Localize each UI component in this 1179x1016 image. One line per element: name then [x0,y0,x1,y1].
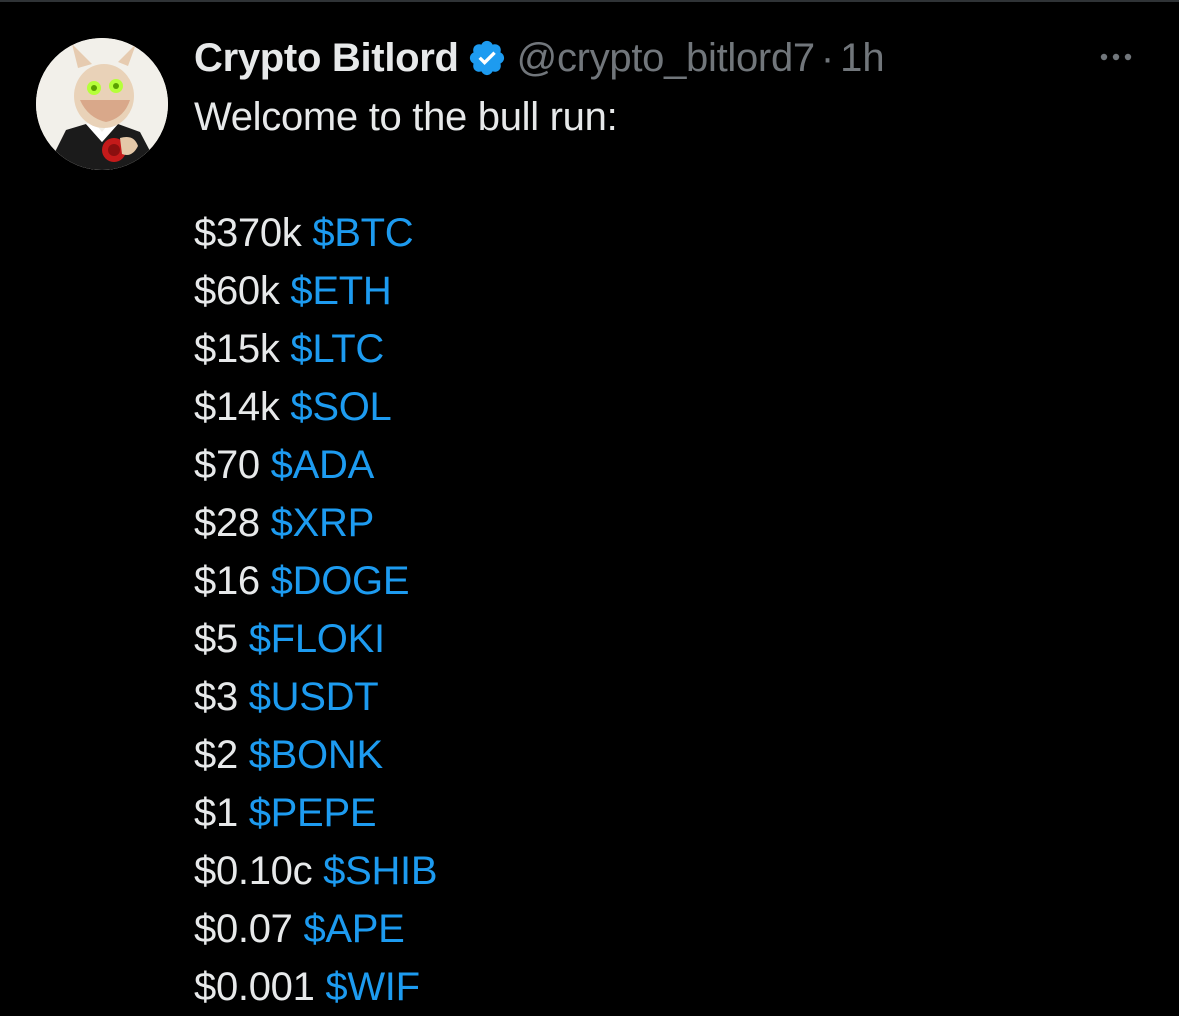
cashtag-link[interactable]: $SOL [290,385,391,429]
price-value: $14k [194,385,280,429]
cashtag-link[interactable]: $APE [303,907,404,951]
price-value: $70 [194,443,260,487]
price-line: $0.001 $WIF [194,958,1154,1016]
cashtag-link[interactable]: $BONK [249,733,383,777]
cashtag-link[interactable]: $DOGE [271,559,410,603]
price-value: $0.10c [194,849,313,893]
price-line: $3 $USDT [194,668,1154,726]
price-line: $14k $SOL [194,378,1154,436]
price-value: $0.001 [194,965,315,1009]
price-value: $15k [194,327,280,371]
more-options-icon[interactable] [1092,42,1140,72]
price-value: $28 [194,501,260,545]
price-line: $370k $BTC [194,204,1154,262]
price-line: $28 $XRP [194,494,1154,552]
price-line: $2 $BONK [194,726,1154,784]
price-value: $60k [194,269,280,313]
price-line: $60k $ETH [194,262,1154,320]
tweet-intro: Welcome to the bull run: [194,95,618,139]
cashtag-link[interactable]: $XRP [271,501,375,545]
price-line: $1 $PEPE [194,784,1154,842]
cashtag-link[interactable]: $ADA [271,443,375,487]
price-line: $15k $LTC [194,320,1154,378]
verified-badge-icon[interactable] [467,38,507,78]
price-value: $5 [194,617,238,661]
timestamp[interactable]: 1h [840,32,885,84]
tweet-header: Crypto Bitlord @crypto_bitlord7 · 1h [194,32,885,84]
price-value: $16 [194,559,260,603]
price-line: $70 $ADA [194,436,1154,494]
avatar-image [36,38,168,170]
price-list: $370k $BTC $60k $ETH $15k $LTC $14k $SOL $70… [194,204,1154,1016]
cashtag-link[interactable]: $ETH [290,269,391,313]
handle[interactable]: @crypto_bitlord7 [517,32,815,84]
display-name[interactable]: Crypto Bitlord [194,32,459,84]
cashtag-link[interactable]: $PEPE [249,791,377,835]
cashtag-link[interactable]: $FLOKI [249,617,385,661]
avatar[interactable] [36,38,168,170]
price-line: $16 $DOGE [194,552,1154,610]
cashtag-link[interactable]: $SHIB [323,849,437,893]
price-line: $5 $FLOKI [194,610,1154,668]
tweet-text: Welcome to the bull run: $370k $BTC $60k … [194,88,1154,1016]
cashtag-link[interactable]: $LTC [290,327,384,371]
price-value: $3 [194,675,238,719]
top-divider [0,0,1179,2]
price-value: $1 [194,791,238,835]
price-line: $0.07 $APE [194,900,1154,958]
separator-dot: · [820,36,835,80]
cashtag-link[interactable]: $USDT [249,675,379,719]
price-line: $0.10c $SHIB [194,842,1154,900]
price-value: $2 [194,733,238,777]
price-value: $0.07 [194,907,293,951]
cashtag-link[interactable]: $WIF [325,965,420,1009]
price-value: $370k [194,211,302,255]
cashtag-link[interactable]: $BTC [312,211,413,255]
